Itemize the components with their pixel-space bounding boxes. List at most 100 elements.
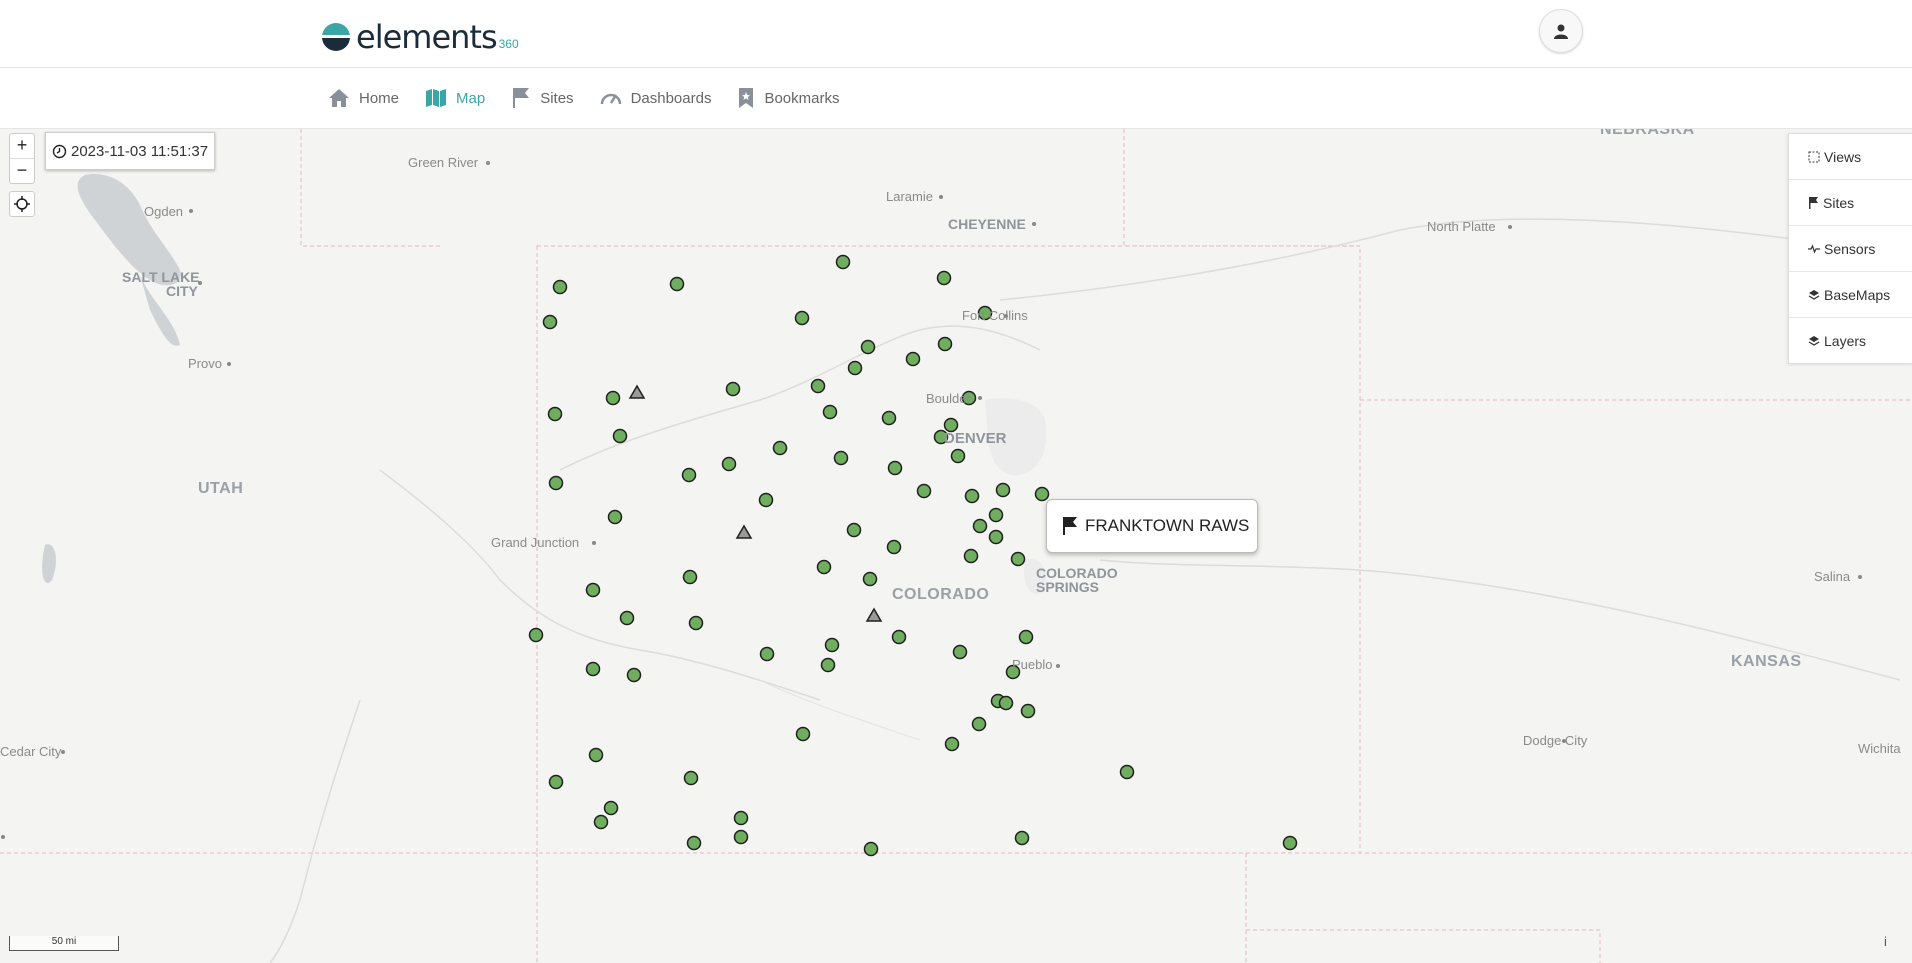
site-marker: [603, 800, 619, 816]
site-marker: [810, 378, 826, 394]
site-marker: [548, 475, 564, 491]
side-sensors-label: Sensors: [1824, 240, 1876, 257]
side-views[interactable]: Views: [1789, 134, 1912, 180]
site-marker: [607, 509, 623, 525]
sensor-marker: [628, 384, 646, 399]
site-marker: [795, 726, 811, 742]
label-nebraska: NEBRASKA: [1600, 129, 1695, 138]
zoom-out-button[interactable]: −: [10, 158, 34, 183]
side-views-label: Views: [1824, 148, 1862, 165]
locate-button[interactable]: [9, 191, 35, 217]
site-marker: [1018, 629, 1034, 645]
attribution-toggle[interactable]: i: [1884, 934, 1887, 949]
site-marker: [683, 770, 699, 786]
app-logo[interactable]: elements 360: [322, 18, 519, 56]
label-kansas: KANSAS: [1731, 653, 1802, 670]
site-marker: [721, 456, 737, 472]
nav-home[interactable]: Home: [328, 87, 399, 109]
site-markers[interactable]: [528, 254, 1298, 857]
site-marker: [988, 529, 1004, 545]
site-marker: [886, 539, 902, 555]
site-marker: [542, 314, 558, 330]
site-marker: [822, 404, 838, 420]
site-marker: [772, 440, 788, 456]
label-provo: Provo: [188, 356, 222, 371]
timestamp-box[interactable]: 2023-11-03 11:51:37: [45, 132, 216, 170]
site-marker: [1020, 703, 1036, 719]
site-marker: [725, 381, 741, 397]
logo-subtext: 360: [498, 37, 519, 51]
site-marker: [682, 569, 698, 585]
zoom-in-button[interactable]: +: [10, 134, 34, 158]
sensor-marker: [865, 607, 883, 622]
label-colorado: COLORADO: [892, 586, 990, 603]
site-marker: [1014, 830, 1030, 846]
nav-sites[interactable]: Sites: [511, 87, 574, 109]
site-marker: [862, 571, 878, 587]
site-marker: [995, 482, 1011, 498]
side-sites-label: Sites: [1823, 194, 1855, 211]
flag-icon: [1809, 196, 1818, 209]
sensor-triangles[interactable]: [628, 384, 883, 622]
label-boulder: Boulder: [926, 391, 971, 406]
side-sites[interactable]: Sites: [1789, 180, 1912, 226]
timestamp-text: 2023-11-03 11:51:37: [71, 142, 209, 160]
crosshair-icon: [14, 196, 30, 212]
nav-bookmarks[interactable]: Bookmarks: [737, 87, 839, 109]
site-marker: [681, 467, 697, 483]
label-green-river: Green River: [408, 155, 479, 170]
nav-bookmarks-label: Bookmarks: [764, 89, 840, 107]
top-header: elements 360: [0, 0, 1912, 68]
side-basemaps[interactable]: BaseMaps: [1789, 272, 1912, 318]
site-marker: [824, 637, 840, 653]
site-marker: [733, 810, 749, 826]
site-marker: [860, 339, 876, 355]
site-marker: [916, 483, 932, 499]
sensor-marker: [735, 524, 753, 539]
flag-icon: [1063, 517, 1077, 535]
map-canvas[interactable]: NEBRASKA UTAH COLORADO KANSAS Green Rive…: [0, 129, 1912, 963]
site-marker: [626, 667, 642, 683]
label-cheyenne: CHEYENNE: [948, 216, 1026, 232]
site-marker: [936, 270, 952, 286]
site-marker: [1119, 764, 1135, 780]
site-marker: [669, 276, 685, 292]
site-marker: [820, 657, 836, 673]
site-marker: [988, 507, 1004, 523]
side-layers[interactable]: Layers: [1789, 318, 1912, 363]
site-marker: [547, 406, 563, 422]
site-marker: [794, 310, 810, 326]
logo-mark-icon: [322, 23, 350, 51]
site-marker: [1010, 551, 1026, 567]
site-marker: [1034, 486, 1050, 502]
site-marker: [905, 351, 921, 367]
side-sensors[interactable]: Sensors: [1789, 226, 1912, 272]
pulse-icon: [1808, 243, 1820, 254]
site-marker: [891, 629, 907, 645]
basemap: [0, 129, 1912, 963]
site-marker: [835, 254, 851, 270]
site-marker: [816, 559, 832, 575]
label-salina: Salina: [1814, 569, 1851, 584]
site-marker: [847, 360, 863, 376]
site-marker: [944, 736, 960, 752]
side-layers-label: Layers: [1824, 332, 1867, 349]
site-marker: [887, 460, 903, 476]
label-laramie: Laramie: [886, 189, 933, 204]
nav-map[interactable]: Map: [425, 87, 485, 109]
site-marker: [972, 518, 988, 534]
logo-text: elements: [356, 18, 498, 56]
site-marker: [937, 336, 953, 352]
user-menu-button[interactable]: [1539, 9, 1583, 53]
map-scale-bar: 50 mi: [9, 936, 119, 951]
label-wichita: Wichita: [1858, 741, 1901, 756]
nav-map-label: Map: [456, 89, 486, 107]
site-marker: [758, 492, 774, 508]
layers-icon: [1808, 289, 1820, 300]
site-marker: [881, 410, 897, 426]
site-marker: [963, 548, 979, 564]
site-marker: [585, 582, 601, 598]
site-marker: [759, 646, 775, 662]
nav-dashboards[interactable]: Dashboards: [600, 87, 711, 109]
site-marker: [998, 695, 1014, 711]
